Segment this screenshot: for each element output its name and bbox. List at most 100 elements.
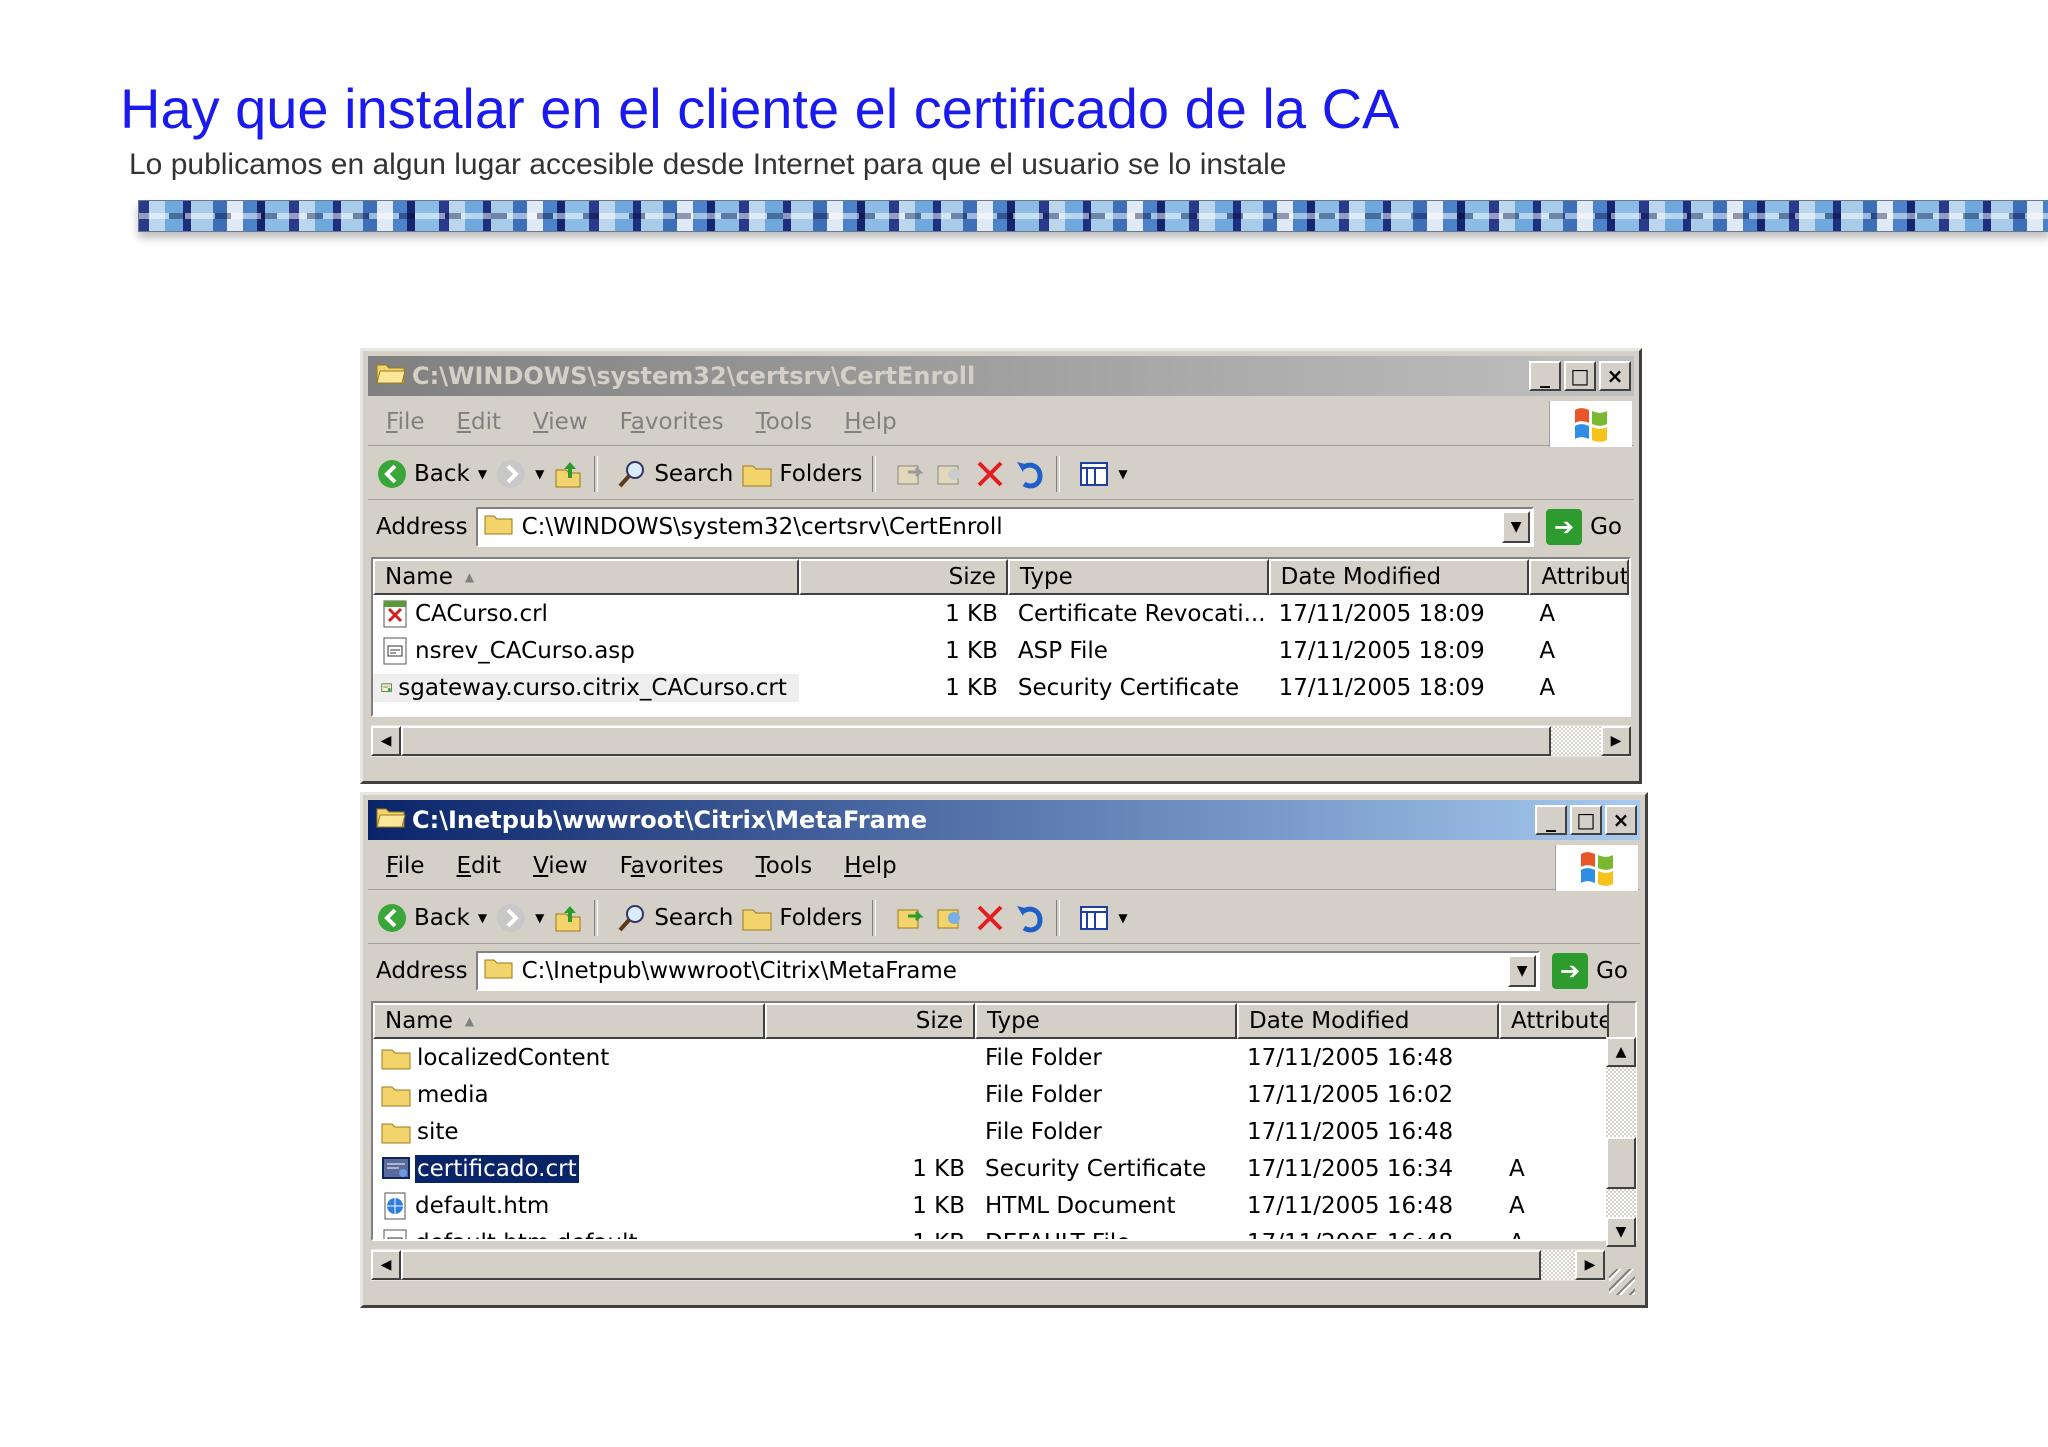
file-list[interactable]: Name ▲ Size Type Date Modified Attribute …	[371, 1001, 1637, 1241]
copy-to-button[interactable]	[934, 902, 966, 934]
scroll-down-arrow-icon[interactable]: ▼	[1606, 1217, 1636, 1247]
scrollbar-track[interactable]	[1606, 1067, 1636, 1217]
column-header-attributes[interactable]: Attribut	[1529, 559, 1629, 595]
address-input[interactable]: C:\Inetpub\wwwroot\Citrix\MetaFrame ▼	[475, 951, 1541, 991]
resize-grip-icon[interactable]	[1609, 1269, 1635, 1295]
chevron-down-icon[interactable]: ▼	[478, 911, 487, 925]
chevron-down-icon[interactable]: ▼	[535, 467, 544, 481]
column-header-type[interactable]: Type	[975, 1003, 1237, 1039]
scroll-up-arrow-icon[interactable]: ▲	[1606, 1037, 1636, 1067]
move-to-button[interactable]	[894, 458, 926, 490]
back-arrow-icon	[378, 904, 406, 932]
vertical-scrollbar[interactable]: ▲ ▼	[1605, 1037, 1637, 1247]
up-folder-button[interactable]	[552, 458, 584, 490]
column-header-type[interactable]: Type	[1007, 559, 1269, 595]
scroll-right-arrow-icon[interactable]: ▶	[1601, 726, 1631, 756]
back-button[interactable]: Back ▼	[376, 458, 487, 490]
address-input[interactable]: C:\WINDOWS\system32\certsrv\CertEnroll ▼	[475, 507, 1535, 547]
menu-help-mnemonic: H	[844, 409, 862, 435]
menu-edit[interactable]: Edit	[457, 853, 502, 879]
crl-file-icon	[383, 600, 407, 627]
menu-file[interactable]: File	[386, 853, 425, 879]
views-button[interactable]: ▼	[1078, 458, 1128, 490]
scroll-left-arrow-icon[interactable]: ◀	[371, 1250, 401, 1280]
scrollbar-thumb[interactable]	[1606, 1137, 1636, 1189]
scroll-left-arrow-icon[interactable]: ◀	[371, 726, 401, 756]
scrollbar-thumb[interactable]	[401, 1250, 1541, 1280]
column-header-name[interactable]: Name ▲	[373, 1003, 765, 1039]
close-button[interactable]: ×	[1599, 361, 1631, 391]
explorer-window-metaframe[interactable]: C:\Inetpub\wwwroot\Citrix\MetaFrame _ □ …	[360, 792, 1648, 1308]
menu-help[interactable]: Help	[844, 409, 896, 435]
column-header-date-modified[interactable]: Date Modified	[1268, 559, 1530, 595]
go-button[interactable]: ➔ Go	[1546, 509, 1622, 545]
file-row[interactable]: media File Folder 17/11/2005 16:02	[373, 1076, 1635, 1113]
file-type: Security Certificate	[1017, 674, 1240, 701]
file-row[interactable]: nsrev_CACurso.asp 1 KB ASP File 17/11/20…	[373, 632, 1629, 669]
back-button[interactable]: Back ▼	[376, 902, 487, 934]
scrollbar-track[interactable]	[1541, 1250, 1575, 1280]
copy-to-button[interactable]	[934, 458, 966, 490]
menu-tools-rest: ools	[765, 853, 813, 879]
forward-button[interactable]: ▼	[495, 458, 544, 490]
menu-view[interactable]: View	[533, 409, 588, 435]
search-button[interactable]: Search	[616, 902, 733, 934]
horizontal-scrollbar[interactable]: ◀ ▶	[371, 1249, 1605, 1281]
file-row[interactable]: CACurso.crl 1 KB Certificate Revocati...…	[373, 595, 1629, 632]
column-header-size[interactable]: Size	[798, 559, 1008, 595]
move-to-button[interactable]	[894, 902, 926, 934]
file-row[interactable]: default.htm.default 1 KB DEFAULT File 17…	[373, 1224, 1635, 1239]
address-dropdown-button[interactable]: ▼	[1508, 955, 1537, 987]
maximize-button[interactable]: □	[1564, 361, 1596, 391]
maximize-button[interactable]: □	[1570, 805, 1602, 835]
menu-tools[interactable]: Tools	[756, 409, 813, 435]
menu-edit[interactable]: Edit	[457, 409, 502, 435]
search-button[interactable]: Search	[616, 458, 733, 490]
views-button[interactable]: ▼	[1078, 902, 1128, 934]
undo-icon	[1017, 906, 1043, 933]
window-titlebar[interactable]: C:\Inetpub\wwwroot\Citrix\MetaFrame _ □ …	[368, 800, 1640, 840]
forward-button[interactable]: ▼	[495, 902, 544, 934]
menu-file[interactable]: File	[386, 409, 425, 435]
folders-button[interactable]: Folders	[741, 458, 862, 490]
column-header-date-modified[interactable]: Date Modified	[1237, 1003, 1499, 1039]
up-folder-button[interactable]	[552, 902, 584, 934]
scroll-right-arrow-icon[interactable]: ▶	[1575, 1250, 1605, 1280]
minimize-button[interactable]: _	[1535, 805, 1567, 835]
scrollbar-track[interactable]	[1551, 726, 1601, 756]
window-titlebar[interactable]: C:\WINDOWS\system32\certsrv\CertEnroll _…	[368, 356, 1634, 396]
delete-button[interactable]	[974, 458, 1006, 490]
menu-tools[interactable]: Tools	[756, 853, 813, 879]
menu-help[interactable]: Help	[844, 853, 896, 879]
file-row[interactable]: localizedContent File Folder 17/11/2005 …	[373, 1039, 1635, 1076]
column-header-size[interactable]: Size	[765, 1003, 975, 1039]
address-dropdown-button[interactable]: ▼	[1502, 511, 1531, 543]
menu-favorites[interactable]: Favorites	[620, 853, 724, 879]
explorer-window-certenroll[interactable]: C:\WINDOWS\system32\certsrv\CertEnroll _…	[360, 348, 1642, 784]
file-list[interactable]: Name ▲ Size Type Date Modified Attribut C…	[371, 557, 1631, 717]
column-header-attributes[interactable]: Attribute	[1499, 1003, 1609, 1039]
file-row-selected[interactable]: certificado.crt 1 KB Security Certificat…	[373, 1150, 1635, 1187]
minimize-button[interactable]: _	[1529, 361, 1561, 391]
menu-file-mnemonic: F	[386, 409, 398, 435]
scrollbar-thumb[interactable]	[401, 726, 1551, 756]
file-name-cell: site	[373, 1118, 765, 1146]
delete-icon	[977, 905, 1003, 931]
column-header-name[interactable]: Name ▲	[373, 559, 799, 595]
undo-button[interactable]	[1014, 902, 1046, 934]
delete-button[interactable]	[974, 902, 1006, 934]
close-button[interactable]: ×	[1605, 805, 1637, 835]
file-row[interactable]: site File Folder 17/11/2005 16:48	[373, 1113, 1635, 1150]
menu-view[interactable]: View	[533, 853, 588, 879]
file-row[interactable]: default.htm 1 KB HTML Document 17/11/200…	[373, 1187, 1635, 1224]
chevron-down-icon[interactable]: ▼	[535, 911, 544, 925]
undo-button[interactable]	[1014, 458, 1046, 490]
certificate-file-icon	[382, 1156, 410, 1179]
file-name-cell: media	[373, 1081, 765, 1109]
go-button[interactable]: ➔ Go	[1552, 953, 1628, 989]
chevron-down-icon[interactable]: ▼	[478, 467, 487, 481]
menu-favorites[interactable]: Favorites	[620, 409, 724, 435]
folders-button[interactable]: Folders	[741, 902, 862, 934]
file-row-selected[interactable]: sgateway.curso.citrix_CACurso.crt 1 KB S…	[373, 669, 1629, 706]
horizontal-scrollbar[interactable]: ◀ ▶	[371, 725, 1631, 757]
